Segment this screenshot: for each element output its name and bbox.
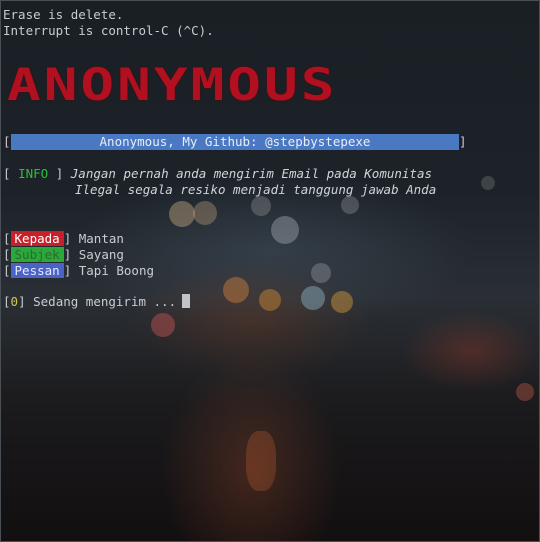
bokeh-light [151, 313, 175, 337]
terminal-window[interactable]: Erase is delete. Interrupt is control-C … [0, 0, 540, 542]
terminal-cursor[interactable] [182, 294, 191, 308]
bokeh-light [259, 289, 281, 311]
terminal-line-erase: Erase is delete. [3, 7, 124, 22]
spinner-icon: 0 [10, 294, 19, 309]
bokeh-light [301, 286, 325, 310]
bokeh-light [311, 263, 331, 283]
bokeh-light [271, 216, 299, 244]
status-line: [0] Sedang mengirim ... [3, 294, 191, 310]
bokeh-light [246, 431, 276, 491]
bokeh-light [223, 277, 249, 303]
info-close-bracket: ] [55, 166, 64, 181]
field-value-pessan: Tapi Boong [78, 263, 155, 278]
banner-close-bracket: ] [459, 134, 467, 149]
field-label-pessan: Pessan [10, 263, 64, 278]
field-label-kepada: Kepada [10, 231, 64, 246]
status-open-bracket: [ [3, 294, 11, 309]
info-tag: INFO [18, 166, 49, 181]
bokeh-light [331, 291, 353, 313]
field-label-subjek: Subjek [10, 247, 64, 262]
anonymous-logo: ANONYMOUS [7, 59, 338, 111]
bokeh-light [341, 196, 359, 214]
status-close-bracket: ] [18, 294, 26, 309]
field-row-kepada: [Kepada] Mantan [3, 231, 124, 246]
bokeh-light [516, 383, 534, 401]
info-open-bracket: [ [3, 166, 11, 181]
terminal-line-interrupt: Interrupt is control-C (^C). [3, 23, 214, 38]
field-row-subjek: [Subjek] Sayang [3, 247, 124, 262]
bokeh-light [481, 176, 495, 190]
info-message-line-1: Jangan pernah anda mengirim Email pada K… [70, 166, 432, 181]
info-line-2: Ilegal segala resiko menjadi tanggung ja… [75, 182, 436, 198]
bokeh-light [169, 201, 195, 227]
field-row-pessan: [Pessan] Tapi Boong [3, 263, 155, 278]
banner-open-bracket: [ [3, 134, 11, 149]
info-line-1: [ INFO ] Jangan pernah anda mengirim Ema… [3, 166, 432, 182]
bokeh-light [193, 201, 217, 225]
banner-text: Anonymous, My Github: @stepbystepexe [11, 134, 459, 150]
field-value-subjek: Sayang [78, 247, 124, 262]
info-message-line-2: Ilegal segala resiko menjadi tanggung ja… [75, 182, 437, 197]
github-banner: [ Anonymous, My Github: @stepbystepexe ] [3, 134, 469, 150]
status-text: Sedang mengirim ... [33, 294, 177, 309]
bokeh-light [251, 196, 271, 216]
field-value-kepada: Mantan [78, 231, 124, 246]
